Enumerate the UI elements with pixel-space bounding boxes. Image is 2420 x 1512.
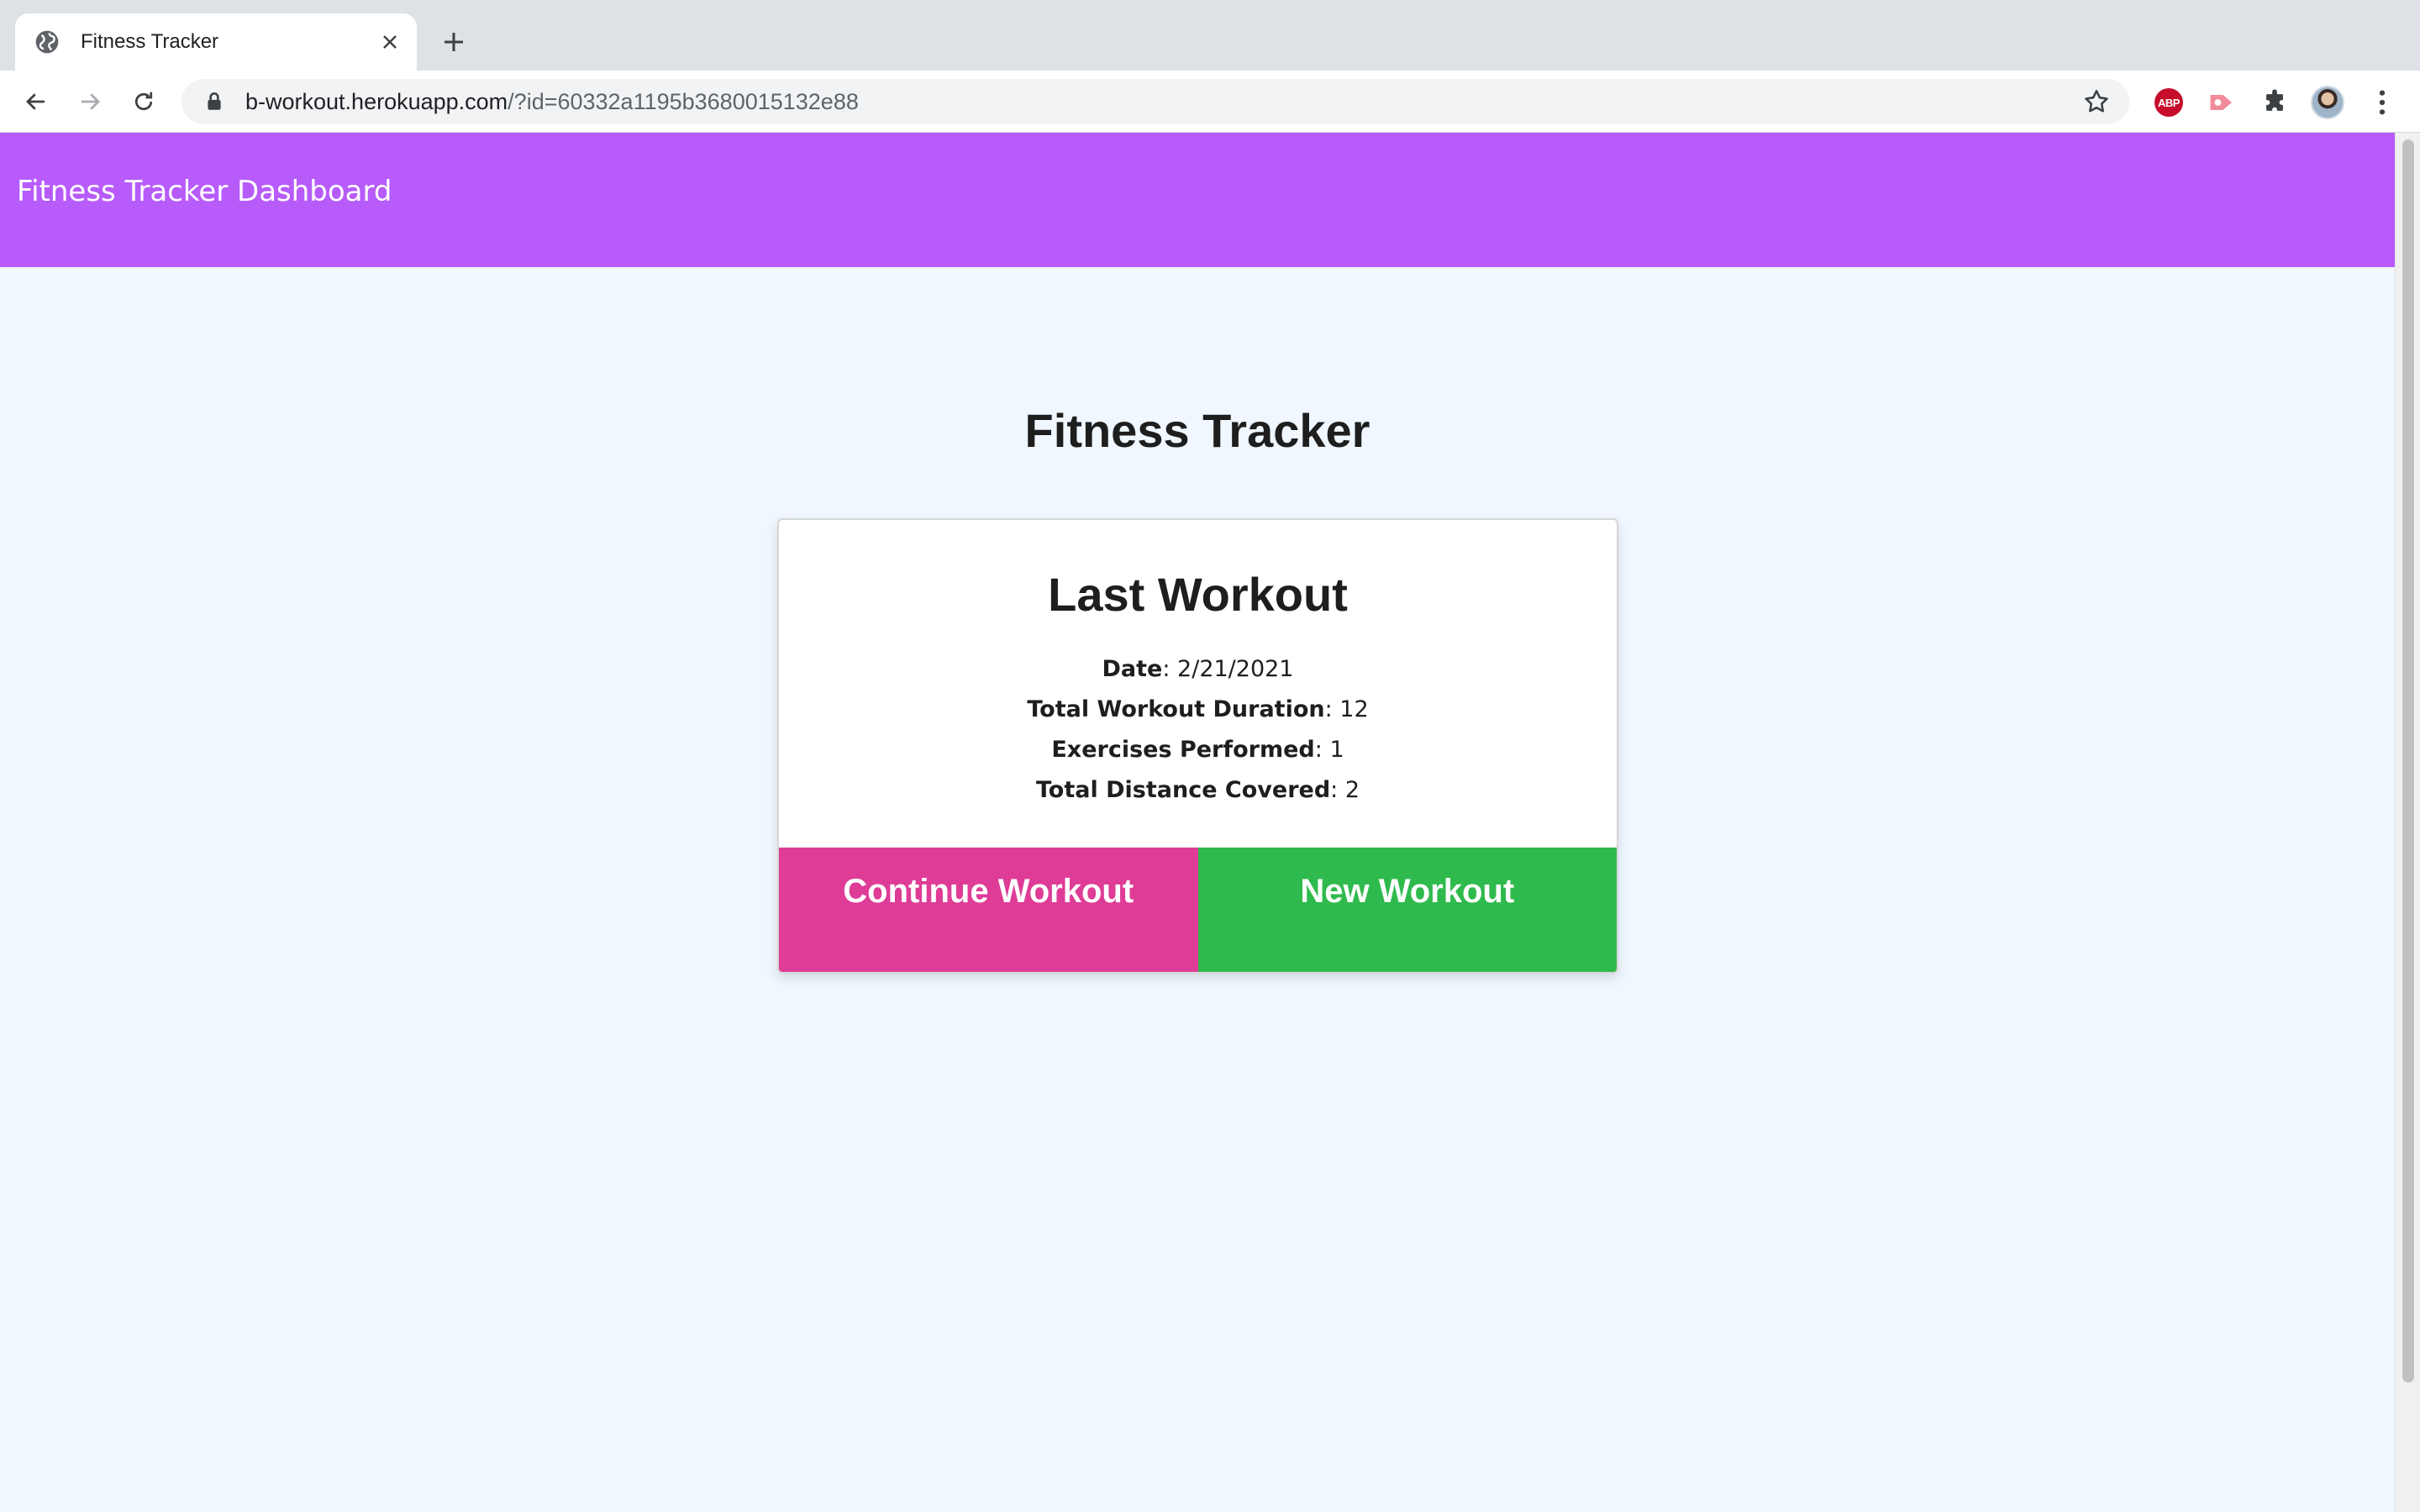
adblock-icon[interactable]: ABP	[2152, 86, 2186, 119]
stat-value: : 1	[1314, 737, 1344, 763]
workout-stats: Date: 2/21/2021 Total Workout Duration: …	[779, 649, 1617, 811]
browser-toolbar: b-workout.herokuapp.com/?id=60332a1195b3…	[0, 71, 2420, 133]
back-arrow-icon[interactable]	[18, 84, 54, 119]
stat-duration: Total Workout Duration: 12	[779, 690, 1617, 730]
continue-workout-button[interactable]: Continue Workout	[779, 848, 1198, 972]
stat-distance: Total Distance Covered: 2	[779, 770, 1617, 811]
globe-icon	[34, 29, 60, 55]
stat-label: Total Workout Duration	[1027, 696, 1325, 722]
stat-exercises: Exercises Performed: 1	[779, 730, 1617, 770]
stat-label: Date	[1102, 656, 1163, 682]
lock-icon[interactable]	[203, 91, 225, 113]
adblock-label: ABP	[2154, 88, 2183, 117]
close-icon[interactable]	[376, 29, 403, 55]
stat-label: Exercises Performed	[1051, 737, 1315, 763]
browser-tab[interactable]: Fitness Tracker	[15, 13, 417, 71]
stat-value: : 2	[1330, 777, 1360, 803]
stat-date: Date: 2/21/2021	[779, 649, 1617, 690]
card-actions: Continue Workout New Workout	[779, 848, 1617, 972]
last-workout-card: Last Workout Date: 2/21/2021 Total Worko…	[777, 518, 1618, 974]
new-workout-button[interactable]: New Workout	[1197, 848, 1617, 972]
profile-avatar[interactable]	[2311, 86, 2344, 119]
site-navbar: Fitness Tracker Dashboard	[0, 133, 2395, 267]
reload-icon[interactable]	[126, 84, 161, 119]
kebab-menu-icon[interactable]	[2365, 86, 2399, 119]
forward-arrow-icon[interactable]	[72, 84, 108, 119]
page-viewport: Fitness Tracker Dashboard Fitness Tracke…	[0, 133, 2395, 1512]
tab-title: Fitness Tracker	[81, 30, 219, 53]
stat-value: : 2/21/2021	[1162, 656, 1294, 682]
cast-icon[interactable]	[2205, 86, 2238, 119]
page-title: Fitness Tracker	[1024, 404, 1370, 457]
url-host: b-workout.herokuapp.com	[245, 88, 508, 114]
url-text[interactable]: b-workout.herokuapp.com/?id=60332a1195b3…	[245, 89, 2082, 115]
card-title: Last Workout	[1048, 568, 1348, 621]
plus-icon[interactable]	[435, 24, 472, 60]
page-scrollbar[interactable]	[2395, 133, 2420, 1512]
scrollbar-thumb[interactable]	[2402, 139, 2414, 1383]
address-bar[interactable]: b-workout.herokuapp.com/?id=60332a1195b3…	[182, 79, 2129, 124]
avatar	[2311, 86, 2344, 119]
stat-label: Total Distance Covered	[1035, 777, 1331, 803]
puzzle-icon[interactable]	[2258, 86, 2291, 119]
stat-value: : 12	[1324, 696, 1369, 722]
url-path: /?id=60332a1195b3680015132e88	[508, 88, 859, 114]
navbar-brand[interactable]: Fitness Tracker Dashboard	[17, 175, 392, 208]
browser-tab-strip: Fitness Tracker	[0, 0, 2420, 71]
star-icon[interactable]	[2082, 87, 2111, 116]
